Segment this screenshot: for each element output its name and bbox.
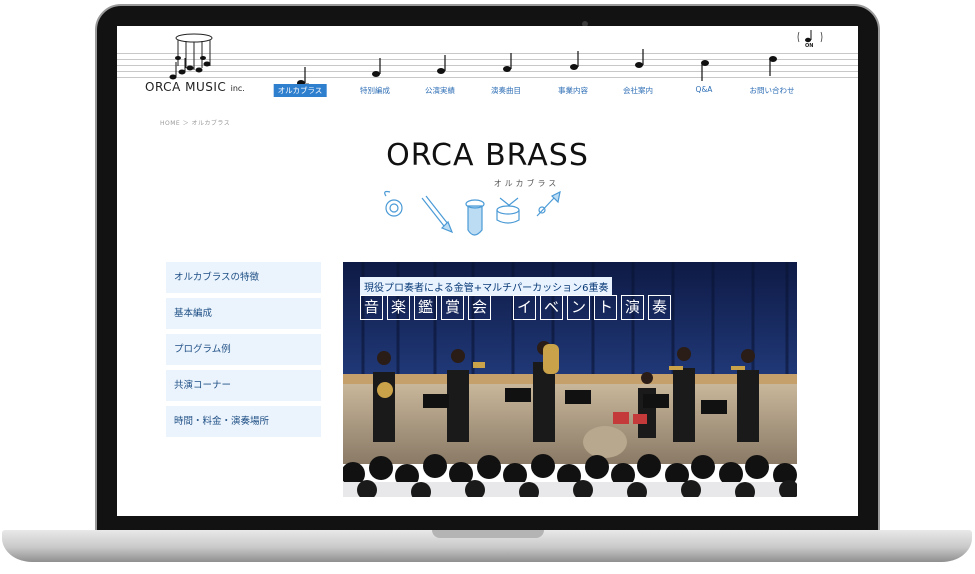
logo-text: ORCA MUSIC inc. <box>145 80 245 94</box>
breadcrumb: HOME ＞ オルカブラス <box>160 120 231 127</box>
side-menu-item-collab[interactable]: 共演コーナー <box>166 370 321 401</box>
music-note-icon <box>797 30 823 43</box>
hero-char: 会 <box>468 295 491 320</box>
snare-drum-icon <box>496 197 520 224</box>
hero-tagline: 現役プロ奏者による金管+マルチパーカッション6重奏 <box>360 277 613 296</box>
hero-char: イ <box>513 295 536 320</box>
instrument-illustrations <box>384 190 561 236</box>
music-note-icon <box>769 56 777 76</box>
hero-char: 奏 <box>648 295 671 320</box>
music-note-icon <box>372 58 381 77</box>
website-screen: ORCA MUSIC inc. オルカブラス 特別編成 公演実績 演奏曲目 事業… <box>117 26 858 516</box>
hero-char: 賞 <box>441 295 464 320</box>
hero-char: ン <box>567 295 590 320</box>
music-note-icon <box>503 53 512 72</box>
sound-toggle[interactable]: ON <box>797 29 823 49</box>
hero-char: 楽 <box>387 295 410 320</box>
hero-char: ベ <box>540 295 563 320</box>
hero-char: ト <box>594 295 617 320</box>
hero-headline: 音 楽 鑑 賞 会 イ ベ ン ト 演 奏 <box>360 295 671 320</box>
side-menu-item-pricing[interactable]: 時間・料金・演奏場所 <box>166 406 321 437</box>
music-note-icon <box>437 55 446 74</box>
hero-char: 演 <box>621 295 644 320</box>
music-note-icon <box>570 51 579 70</box>
main-nav: オルカブラス 特別編成 公演実績 演奏曲目 事業内容 会社案内 Q&A お問い合… <box>273 49 840 101</box>
hero-image: 現役プロ奏者による金管+マルチパーカッション6重奏 音 楽 鑑 賞 会 イ ベ … <box>343 262 797 497</box>
trombone-icon <box>421 195 454 234</box>
side-menu-item-formation[interactable]: 基本編成 <box>166 298 321 329</box>
page-title: ORCA BRASS <box>386 138 589 173</box>
side-menu-item-program[interactable]: プログラム例 <box>166 334 321 365</box>
hero-char: 鑑 <box>414 295 437 320</box>
tuba-icon <box>465 199 485 236</box>
laptop-notch <box>432 530 544 538</box>
side-menu: オルカブラスの特徴 基本編成 プログラム例 共演コーナー 時間・料金・演奏場所 <box>166 262 321 442</box>
french-horn-icon <box>384 190 403 217</box>
music-note-icon <box>635 49 644 68</box>
trumpet-icon <box>536 190 561 217</box>
side-menu-item-features[interactable]: オルカブラスの特徴 <box>166 262 321 293</box>
hero-char: 音 <box>360 295 383 320</box>
